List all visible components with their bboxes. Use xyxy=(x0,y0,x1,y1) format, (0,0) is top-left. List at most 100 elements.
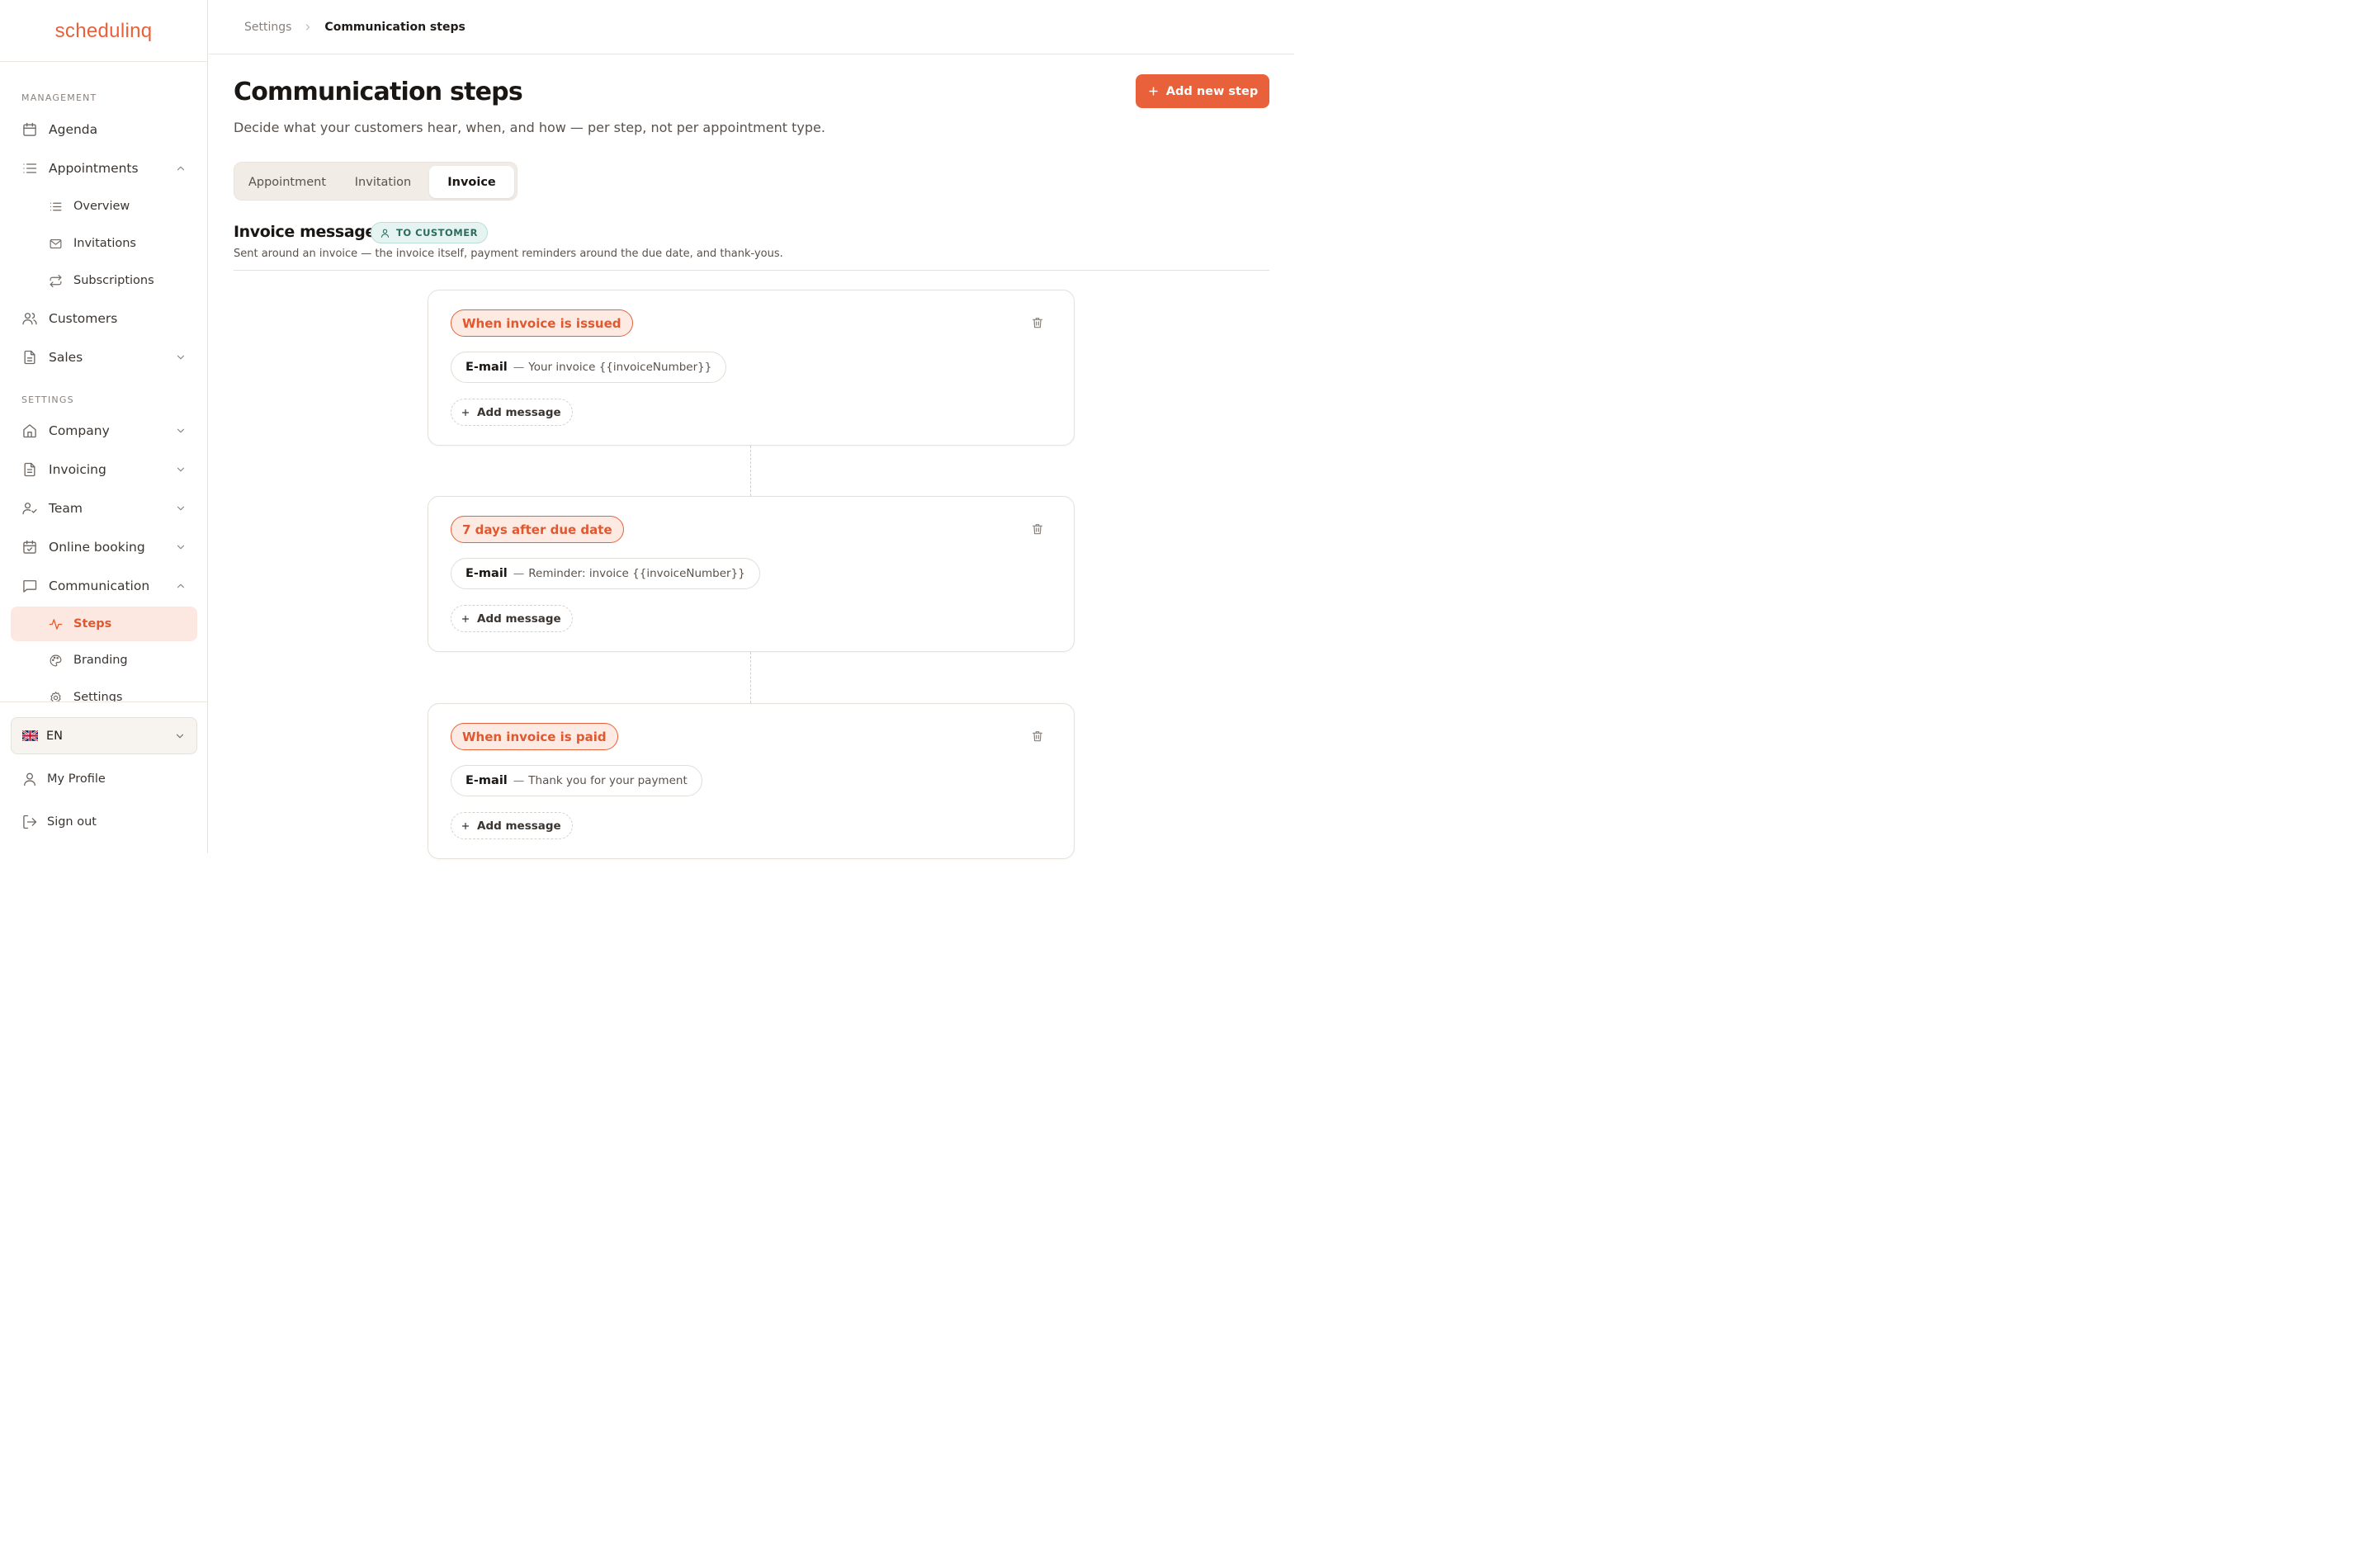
sidebar-item-label: Steps xyxy=(73,617,112,631)
sign-out-link[interactable]: Sign out xyxy=(21,814,97,830)
message-chip[interactable]: E-mail — Reminder: invoice {{invoiceNumb… xyxy=(451,558,760,589)
tab-invoice[interactable]: Invoice xyxy=(429,166,514,198)
app-logo[interactable]: schedulinq xyxy=(55,20,153,43)
language-code: EN xyxy=(46,729,64,743)
page-subtitle: Decide what your customers hear, when, a… xyxy=(234,120,825,135)
chevron-down-icon xyxy=(175,425,187,437)
message-channel: E-mail xyxy=(465,361,508,374)
message-icon xyxy=(21,578,38,594)
user-icon xyxy=(380,228,390,239)
file-icon xyxy=(21,349,38,366)
sidebar-item-branding[interactable]: Branding xyxy=(11,643,197,678)
calendar-icon xyxy=(21,121,38,138)
chevron-up-icon xyxy=(175,163,187,174)
message-subject: Thank you for your payment xyxy=(528,774,688,787)
user-icon xyxy=(21,771,38,787)
sidebar-item-company[interactable]: Company xyxy=(11,413,197,448)
sidebar-item-team[interactable]: Team xyxy=(11,491,197,526)
home-icon xyxy=(21,423,38,439)
step-card: When invoice is paid E-mail — Thank you … xyxy=(428,703,1075,859)
plus-icon xyxy=(461,821,470,831)
plus-icon xyxy=(461,614,470,624)
tab-invitation[interactable]: Invitation xyxy=(337,166,429,198)
gear-icon xyxy=(49,691,63,701)
message-separator: — xyxy=(513,567,525,580)
page-title: Communication steps xyxy=(234,78,523,106)
section-label-management: MANAGEMENT xyxy=(21,92,97,103)
sidebar-item-settings[interactable]: Settings xyxy=(11,680,197,701)
add-new-step-label: Add new step xyxy=(1165,84,1259,98)
add-message-label: Add message xyxy=(477,612,561,626)
sidebar: schedulinq MANAGEMENT Agenda Appointment… xyxy=(0,0,208,853)
breadcrumb: Settings Communication steps xyxy=(209,0,1294,54)
sidebar-item-label: Overview xyxy=(73,200,130,213)
add-message-button[interactable]: Add message xyxy=(451,605,573,632)
plus-icon xyxy=(1147,85,1160,97)
sidebar-item-appointments[interactable]: Appointments xyxy=(11,151,197,186)
my-profile-label: My Profile xyxy=(47,772,106,786)
step-trigger[interactable]: When invoice is issued xyxy=(451,309,633,337)
user-check-icon xyxy=(21,500,38,517)
sidebar-item-customers[interactable]: Customers xyxy=(11,301,197,336)
sidebar-item-communication[interactable]: Communication xyxy=(11,569,197,603)
message-separator: — xyxy=(513,774,525,787)
step-trigger[interactable]: 7 days after due date xyxy=(451,516,624,543)
step-connector xyxy=(750,652,751,703)
chevron-down-icon xyxy=(175,503,187,514)
chevron-down-icon xyxy=(174,730,186,742)
sidebar-item-invitations[interactable]: Invitations xyxy=(11,226,197,261)
sidebar-item-label: Agenda xyxy=(49,122,98,137)
sidebar-item-invoicing[interactable]: Invoicing xyxy=(11,452,197,487)
sign-out-label: Sign out xyxy=(47,815,97,829)
message-subject: Reminder: invoice {{invoiceNumber}} xyxy=(528,567,745,580)
add-new-step-button[interactable]: Add new step xyxy=(1136,74,1269,108)
sidebar-item-label: Settings xyxy=(73,691,123,701)
sidebar-item-subscriptions[interactable]: Subscriptions xyxy=(11,263,197,298)
trash-icon[interactable] xyxy=(1031,730,1044,743)
type-tabs: Appointment Invitation Invoice xyxy=(234,162,517,201)
sidebar-item-overview[interactable]: Overview xyxy=(11,189,197,224)
sidebar-item-steps[interactable]: Steps xyxy=(11,607,197,641)
message-chip[interactable]: E-mail — Your invoice {{invoiceNumber}} xyxy=(451,352,727,383)
step-trigger[interactable]: When invoice is paid xyxy=(451,723,618,750)
section-title: Invoice messages xyxy=(234,223,385,241)
message-channel: E-mail xyxy=(465,567,508,580)
file-text-icon xyxy=(21,461,38,478)
tab-appointment[interactable]: Appointment xyxy=(238,166,337,198)
language-select[interactable]: EN xyxy=(11,717,197,754)
section-label-settings: SETTINGS xyxy=(21,394,74,405)
add-message-button[interactable]: Add message xyxy=(451,812,573,839)
sidebar-item-agenda[interactable]: Agenda xyxy=(11,112,197,147)
my-profile-link[interactable]: My Profile xyxy=(21,771,106,787)
add-message-label: Add message xyxy=(477,405,561,419)
mail-icon xyxy=(49,237,63,251)
message-chip[interactable]: E-mail — Thank you for your payment xyxy=(451,765,702,796)
message-subject: Your invoice {{invoiceNumber}} xyxy=(528,361,712,374)
sidebar-item-label: Invoicing xyxy=(49,462,106,477)
sidebar-item-label: Sales xyxy=(49,350,83,365)
trash-icon[interactable] xyxy=(1031,316,1044,329)
breadcrumb-settings-link[interactable]: Settings xyxy=(244,21,291,34)
sidebar-item-online-booking[interactable]: Online booking xyxy=(11,530,197,564)
chevron-down-icon xyxy=(175,541,187,553)
uk-flag-icon xyxy=(22,730,38,741)
repeat-icon xyxy=(49,274,63,288)
message-channel: E-mail xyxy=(465,774,508,787)
palette-icon xyxy=(49,654,63,668)
sidebar-nav[interactable]: MANAGEMENT Agenda Appointments Overview xyxy=(0,63,207,701)
activity-icon xyxy=(49,617,63,631)
audience-label: TO CUSTOMER xyxy=(396,227,478,239)
chevron-down-icon xyxy=(175,464,187,475)
step-card: 7 days after due date E-mail — Reminder:… xyxy=(428,496,1075,652)
plus-icon xyxy=(461,408,470,418)
add-message-button[interactable]: Add message xyxy=(451,399,573,426)
trash-icon[interactable] xyxy=(1031,522,1044,536)
log-out-icon xyxy=(21,814,38,830)
add-message-label: Add message xyxy=(477,819,561,833)
sidebar-item-label: Customers xyxy=(49,311,118,326)
chevron-right-icon xyxy=(303,22,313,32)
breadcrumb-current: Communication steps xyxy=(324,20,465,34)
chevron-up-icon xyxy=(175,580,187,592)
sidebar-item-label: Online booking xyxy=(49,540,145,555)
sidebar-item-sales[interactable]: Sales xyxy=(11,340,197,375)
